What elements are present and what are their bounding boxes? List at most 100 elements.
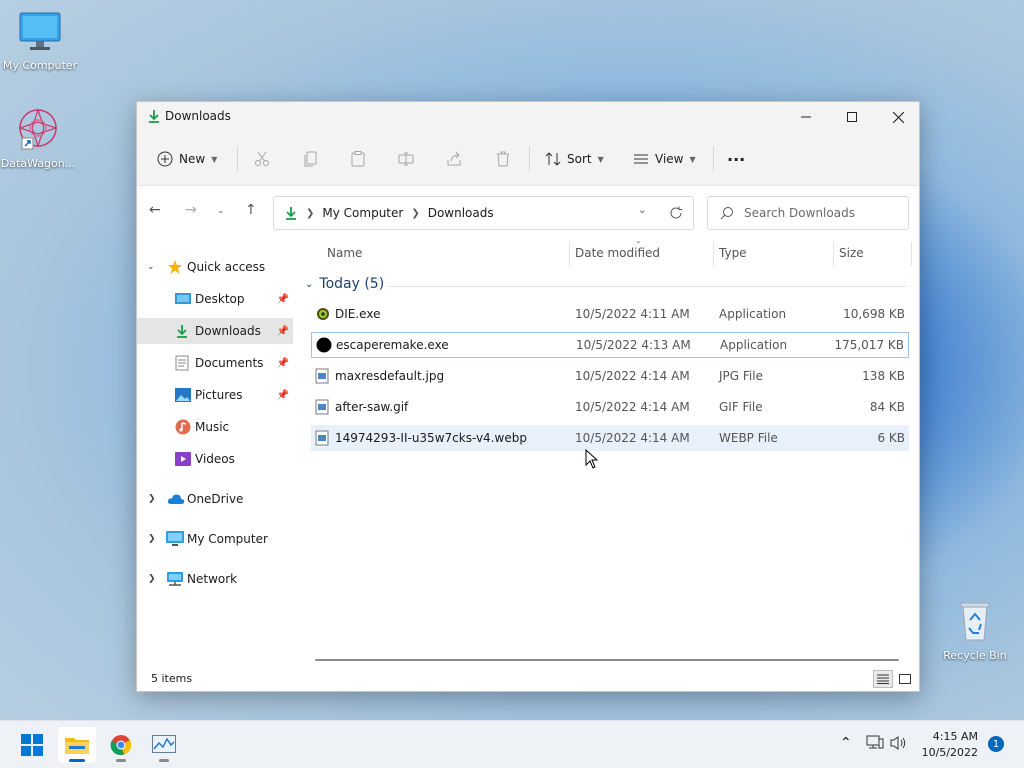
column-separator[interactable] — [833, 242, 834, 266]
nav-item-pictures[interactable]: Pictures 📌 — [137, 382, 293, 408]
file-row[interactable]: after-saw.gif 10/5/2022 4:14 AM GIF File… — [311, 394, 909, 420]
horizontal-scrollbar[interactable] — [315, 659, 899, 661]
status-bar: 5 items — [137, 667, 919, 691]
file-row[interactable]: DIE.exe 10/5/2022 4:11 AM Application 10… — [311, 301, 909, 327]
desktop-icon-my-computer[interactable]: My Computer — [0, 12, 80, 72]
breadcrumb-my-computer[interactable]: My Computer — [322, 206, 403, 220]
new-button[interactable]: New ▼ — [157, 147, 217, 171]
desktop-folder-icon — [175, 293, 191, 304]
refresh-icon[interactable] — [669, 206, 683, 220]
file-row[interactable]: 14974293-II-u35w7cks-v4.webp 10/5/2022 4… — [311, 425, 909, 451]
command-bar: New ▼ Sort ▼ View ▼ ··· — [137, 132, 919, 186]
column-header-name[interactable]: Name — [327, 246, 362, 260]
nav-quick-access[interactable]: ⌄ Quick access — [137, 254, 293, 280]
more-options-button[interactable]: ··· — [727, 147, 745, 171]
nav-item-documents[interactable]: Documents 📌 — [137, 350, 293, 376]
nav-label: Network — [187, 572, 238, 586]
copy-icon — [304, 151, 317, 167]
nav-label: Documents — [195, 356, 264, 370]
column-separator[interactable] — [713, 242, 714, 266]
clock[interactable]: 4:15 AM 10/5/2022 — [922, 729, 978, 761]
paste-button[interactable] — [350, 147, 366, 171]
chevron-right-icon: ❯ — [411, 207, 420, 219]
close-icon — [892, 111, 904, 123]
group-header-today[interactable]: ⌄ Today (5) — [305, 276, 384, 292]
search-input[interactable]: Search Downloads — [707, 196, 909, 230]
file-row[interactable]: escaperemake.exe 10/5/2022 4:13 AM Appli… — [311, 332, 909, 358]
chevron-right-icon[interactable]: ❯ — [148, 494, 156, 504]
forward-button[interactable]: → — [185, 202, 197, 218]
recent-locations-button[interactable]: ⌄ — [217, 206, 225, 216]
chevron-down-icon[interactable]: ⌄ — [147, 262, 155, 272]
breadcrumb-downloads[interactable]: Downloads — [428, 206, 494, 220]
rename-button[interactable] — [398, 147, 414, 171]
nav-item-desktop[interactable]: Desktop 📌 — [137, 286, 293, 312]
column-header-date[interactable]: Date modified — [575, 246, 660, 260]
up-button[interactable]: ↑ — [245, 202, 257, 218]
trash-icon — [497, 151, 509, 167]
nav-item-music[interactable]: Music — [137, 414, 293, 440]
download-arrow-icon — [149, 110, 159, 123]
chevron-down-icon: ▼ — [689, 154, 696, 164]
window-title: Downloads — [165, 109, 231, 123]
address-bar[interactable]: ❯ My Computer ❯ Downloads ⌄ — [273, 196, 694, 230]
chevron-down-icon: ▼ — [211, 154, 218, 164]
taskbar-chrome[interactable] — [102, 727, 140, 763]
desktop-icon-recycle-bin[interactable]: Recycle Bin — [935, 600, 1015, 662]
chevron-down-icon: ▼ — [597, 154, 604, 164]
pictures-icon — [175, 388, 191, 402]
chevron-right-icon[interactable]: ❯ — [148, 574, 156, 584]
copy-button[interactable] — [303, 147, 319, 171]
large-icons-view-button[interactable] — [895, 670, 915, 688]
desktop-icon-label: Recycle Bin — [943, 649, 1007, 662]
nav-label: Videos — [195, 452, 235, 466]
image-file-icon — [315, 430, 329, 446]
view-button[interactable]: View ▼ — [633, 147, 696, 171]
share-icon — [447, 151, 461, 166]
sort-label: Sort — [567, 152, 592, 166]
maximize-icon — [847, 112, 857, 122]
share-button[interactable] — [446, 147, 462, 171]
title-bar[interactable]: Downloads — [137, 102, 919, 132]
address-dropdown-button[interactable]: ⌄ — [638, 205, 646, 216]
column-header-type[interactable]: Type — [719, 246, 747, 260]
toolbar-separator — [713, 146, 714, 172]
running-indicator — [159, 759, 169, 762]
volume-icon[interactable] — [890, 735, 908, 751]
delete-button[interactable] — [495, 147, 511, 171]
close-button[interactable] — [875, 102, 921, 132]
minimize-button[interactable] — [783, 102, 829, 132]
nav-item-downloads[interactable]: Downloads 📌 — [137, 318, 293, 344]
navigation-pane: ⌄ Quick access Desktop 📌 Downloads 📌 Doc… — [137, 236, 295, 667]
maximize-button[interactable] — [829, 102, 875, 132]
file-row[interactable]: maxresdefault.jpg 10/5/2022 4:14 AM JPG … — [311, 363, 909, 389]
cut-button[interactable] — [254, 147, 270, 171]
nav-network[interactable]: ❯ Network — [137, 566, 293, 592]
show-hidden-icons-button[interactable]: ⌃ — [840, 735, 852, 751]
nav-my-computer[interactable]: ❯ My Computer — [137, 526, 293, 552]
nav-label: My Computer — [187, 532, 268, 546]
nav-onedrive[interactable]: ❯ OneDrive — [137, 486, 293, 512]
sort-button[interactable]: Sort ▼ — [545, 147, 604, 171]
taskbar-file-explorer[interactable] — [58, 727, 96, 763]
column-header-size[interactable]: Size — [839, 246, 864, 260]
notification-badge[interactable]: 1 — [988, 736, 1004, 752]
videos-icon — [175, 452, 191, 466]
taskbar-task-manager[interactable] — [145, 727, 183, 763]
file-date: 10/5/2022 4:13 AM — [576, 338, 691, 352]
desktop-icon-datawagon[interactable]: DataWagon... — [0, 106, 78, 170]
details-view-icon — [877, 674, 889, 684]
network-status-icon[interactable] — [866, 735, 884, 751]
details-view-button[interactable] — [873, 670, 893, 688]
clock-date: 10/5/2022 — [921, 746, 978, 759]
nav-item-videos[interactable]: Videos — [137, 446, 293, 472]
chevron-right-icon[interactable]: ❯ — [148, 534, 156, 544]
back-button[interactable]: ← — [149, 202, 161, 218]
start-button[interactable] — [13, 727, 51, 763]
nav-label: Quick access — [187, 260, 266, 274]
toolbar-separator — [237, 146, 238, 172]
chrome-icon — [110, 735, 132, 756]
column-separator[interactable] — [569, 242, 570, 266]
column-separator[interactable] — [911, 242, 912, 266]
taskbar: ⌃ 4:15 AM 10/5/2022 1 — [0, 720, 1024, 768]
